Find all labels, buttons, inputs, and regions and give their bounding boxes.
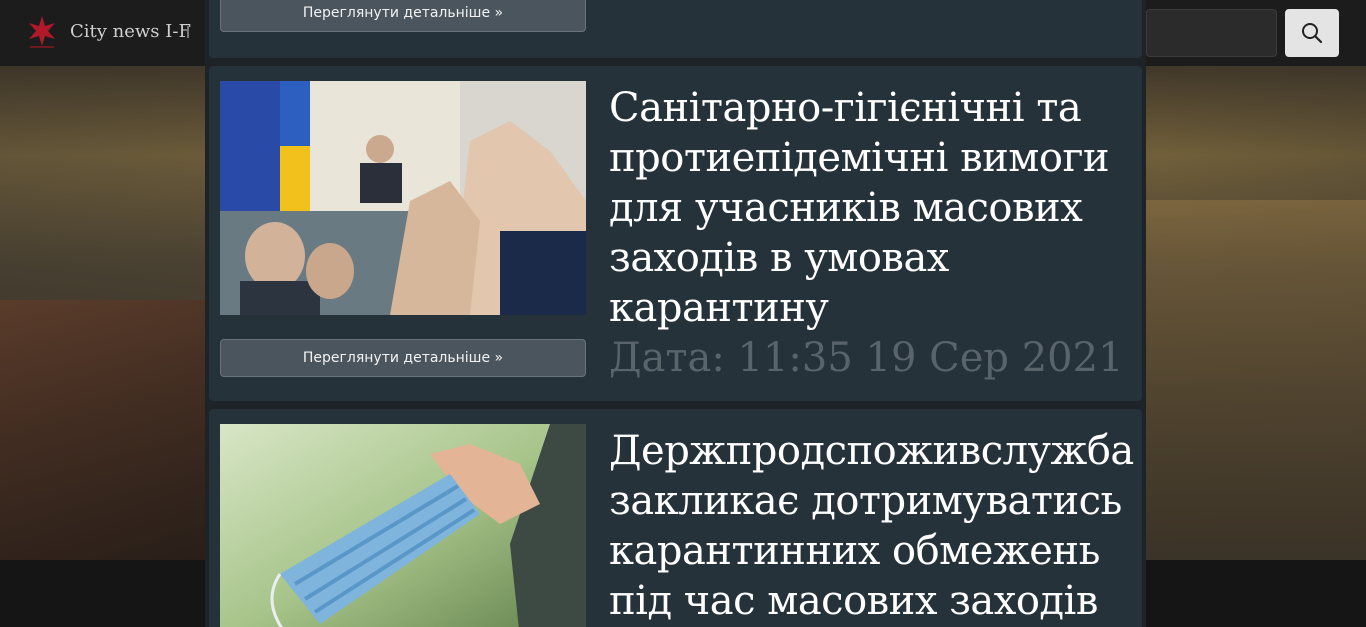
news-card: Переглянути детальніше » xyxy=(209,0,1142,58)
article-date: Дата: 11:35 19 Сер 2021 xyxy=(609,335,1124,381)
article-title[interactable]: Санітарно-гігієнічні та протиепідемічні … xyxy=(609,83,1139,333)
article-title[interactable]: Держпродспоживслужба закликає дотримуват… xyxy=(609,426,1139,626)
background-roofs xyxy=(0,300,205,560)
more-details-button[interactable]: Переглянути детальніше » xyxy=(220,0,586,32)
nav-separator xyxy=(187,26,189,38)
article-image[interactable] xyxy=(220,81,586,315)
brand-name[interactable]: City news I-F xyxy=(70,21,191,42)
news-card: Держпродспоживслужба закликає дотримуват… xyxy=(209,409,1142,627)
news-card: Переглянути детальніше » Санітарно-гігіє… xyxy=(209,66,1142,401)
news-column: Переглянути детальніше » Переглянути дет… xyxy=(205,0,1146,627)
more-details-button[interactable]: Переглянути детальніше » xyxy=(220,339,586,377)
search-input[interactable] xyxy=(1146,9,1277,57)
search-icon xyxy=(1302,23,1323,44)
brand-logo-icon[interactable] xyxy=(24,12,60,50)
background-buildings xyxy=(1146,200,1366,560)
search-button[interactable] xyxy=(1285,9,1339,57)
article-image[interactable] xyxy=(220,424,586,627)
